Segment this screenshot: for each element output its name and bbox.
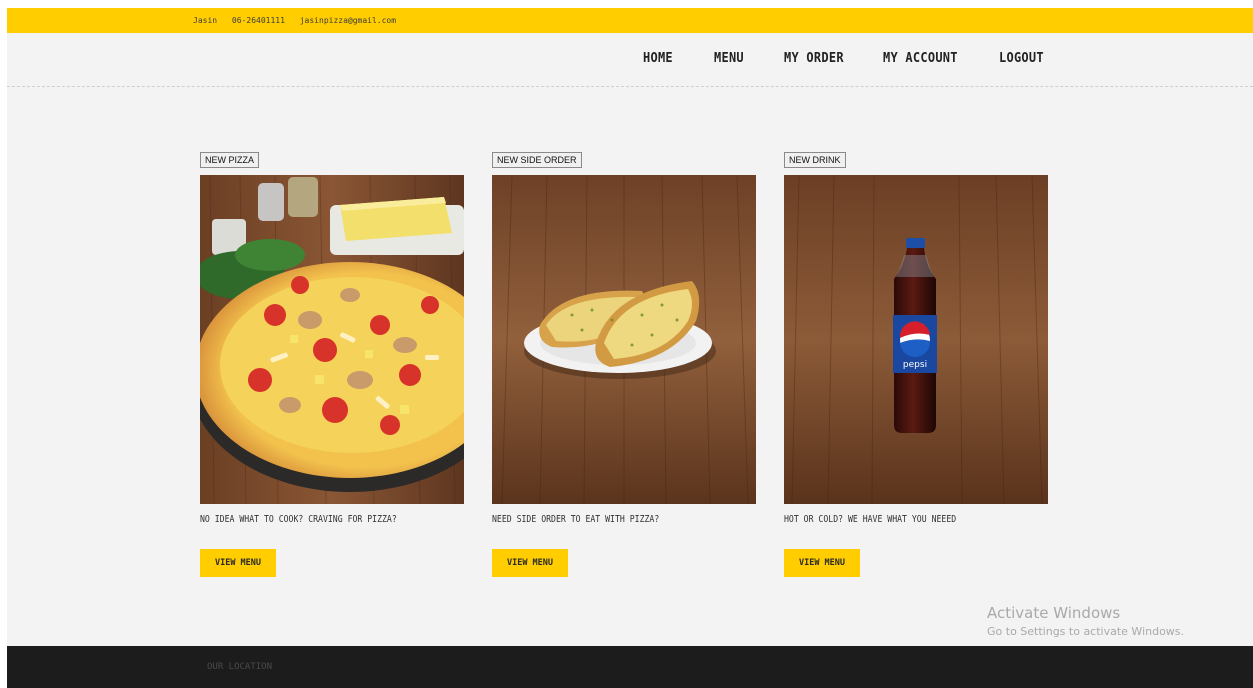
new-pizza-badge: NEW PIZZA <box>200 152 259 168</box>
view-menu-button-pizza[interactable]: VIEW MENU <box>200 549 276 577</box>
nav-my-account-link[interactable]: MY ACCOUNT <box>883 25 958 93</box>
side-order-caption: NEED SIDE ORDER TO EAT WITH PIZZA? <box>492 514 660 525</box>
watermark-subtitle: Go to Settings to activate Windows. <box>987 625 1185 638</box>
garlic-bread-image <box>492 175 756 504</box>
contact-name: Jasin <box>193 16 218 25</box>
footer-location-heading: OUR LOCATION <box>207 662 273 672</box>
new-side-order-badge: NEW SIDE ORDER <box>492 152 582 168</box>
pepsi-bottle-image: pepsi <box>784 175 1048 504</box>
contact-phone: 06-26401111 <box>231 16 285 25</box>
nav-menu-link[interactable]: MENU <box>714 25 744 93</box>
page-footer: OUR LOCATION <box>7 646 1253 688</box>
main-nav: HOME MENU MY ORDER MY ACCOUNT LOGOUT <box>7 33 1253 87</box>
view-menu-button-side-order[interactable]: VIEW MENU <box>492 549 568 577</box>
pizza-caption: NO IDEA WHAT TO COOK? CRAVING FOR PIZZA? <box>200 514 397 525</box>
activate-windows-watermark: Activate Windows Go to Settings to activ… <box>987 604 1184 638</box>
watermark-title: Activate Windows <box>987 604 1121 622</box>
pepsi-label: pepsi <box>903 360 927 370</box>
contact-email[interactable]: jasinpizza@gmail.com <box>300 16 396 25</box>
contact-info: Jasin 06-26401111 jasinpizza@gmail.com <box>193 8 406 33</box>
pizza-image <box>200 175 464 504</box>
contact-bar: Jasin 06-26401111 jasinpizza@gmail.com <box>7 8 1253 33</box>
nav-my-order-link[interactable]: MY ORDER <box>784 25 844 93</box>
browser-page: Jasin 06-26401111 jasinpizza@gmail.com H… <box>7 8 1253 688</box>
nav-logout-link[interactable]: LOGOUT <box>999 25 1044 93</box>
view-menu-button-drink[interactable]: VIEW MENU <box>784 549 860 577</box>
new-drink-badge: NEW DRINK <box>784 152 846 168</box>
drink-caption: HOT OR COLD? WE HAVE WHAT YOU NEEED <box>784 514 957 525</box>
nav-home-link[interactable]: HOME <box>643 25 673 93</box>
